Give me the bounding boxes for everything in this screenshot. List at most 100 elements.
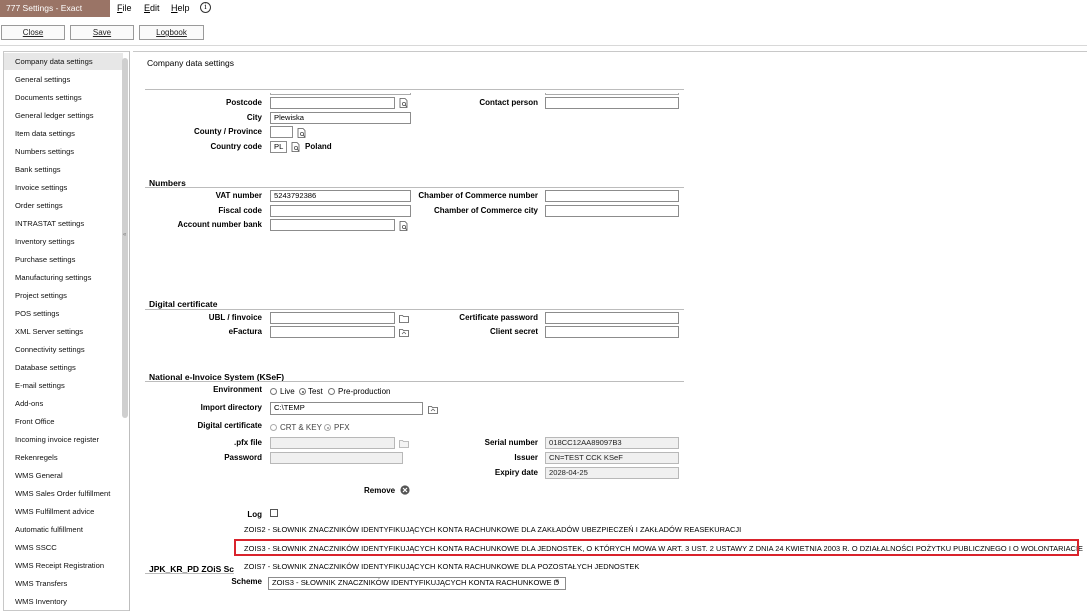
sidebar-item[interactable]: WMS SSCC — [15, 543, 57, 552]
client-secret-label: Client secret — [489, 327, 538, 336]
cert-pfx-radio[interactable] — [324, 424, 331, 431]
postcode-input[interactable] — [270, 97, 395, 109]
sidebar-item[interactable]: General ledger settings — [15, 111, 94, 120]
sidebar-item[interactable]: Bank settings — [15, 165, 61, 174]
folder-icon[interactable] — [399, 439, 409, 448]
issuer-field: CN=TEST CCK KSeF — [545, 452, 679, 464]
environment-label: Environment — [213, 385, 262, 394]
account-number-label: Account number bank — [177, 220, 262, 229]
env-live-radio[interactable] — [270, 388, 277, 395]
menu-edit[interactable]: Edit — [144, 3, 160, 13]
sidebar-item[interactable]: WMS General — [15, 471, 63, 480]
dropdown-option-zois7[interactable]: ZOIS7 - SŁOWNIK ZNACZNIKÓW IDENTYFIKUJĄC… — [244, 562, 639, 571]
sidebar-item[interactable]: Incoming invoice register — [15, 435, 99, 444]
log-checkbox[interactable] — [270, 509, 278, 517]
sidebar-item[interactable]: Company data settings — [4, 53, 123, 70]
import-directory-input[interactable]: C:\TEMP — [270, 402, 423, 415]
field-edge — [270, 93, 411, 95]
county-input[interactable] — [270, 126, 293, 138]
sidebar-item[interactable]: Numbers settings — [15, 147, 74, 156]
coc-city-input[interactable] — [545, 205, 679, 217]
section-divider — [145, 89, 684, 90]
window-title: 777 Settings - Exact — [0, 0, 110, 17]
sidebar-item[interactable]: Connectivity settings — [15, 345, 85, 354]
field-edge — [545, 93, 679, 95]
cert-crt-key-radio[interactable] — [270, 424, 277, 431]
collapse-arrow-icon[interactable]: « — [123, 232, 126, 238]
lookup-icon[interactable] — [399, 221, 408, 231]
ksef-digital-certificate-label: Digital certificate — [197, 421, 262, 430]
env-test-radio[interactable] — [299, 388, 306, 395]
ubl-label: UBL / finvoice — [208, 313, 262, 322]
folder-icon[interactable] — [428, 405, 438, 414]
sidebar-item[interactable]: General settings — [15, 75, 70, 84]
client-secret-input[interactable] — [545, 326, 679, 338]
certificate-password-input[interactable] — [545, 312, 679, 324]
vat-number-input[interactable]: 5243792386 — [270, 190, 411, 202]
sidebar-item[interactable]: WMS Fulfillment advice — [15, 507, 94, 516]
sidebar-item[interactable]: POS settings — [15, 309, 59, 318]
sidebar-item[interactable]: WMS Inventory — [15, 597, 67, 606]
contact-person-input[interactable] — [545, 97, 679, 109]
sidebar-item[interactable]: INTRASTAT settings — [15, 219, 84, 228]
sidebar-item[interactable]: Rekenregels — [15, 453, 58, 462]
lookup-icon[interactable] — [291, 142, 300, 152]
account-number-input[interactable] — [270, 219, 395, 231]
sidebar-splitter[interactable] — [129, 51, 130, 611]
sidebar-item[interactable]: Documents settings — [15, 93, 82, 102]
sidebar-item[interactable]: Item data settings — [15, 129, 75, 138]
country-code-input[interactable]: PL — [270, 141, 287, 153]
password-input[interactable] — [270, 452, 403, 464]
sidebar-scrollbar[interactable] — [122, 58, 128, 418]
section-divider — [145, 381, 684, 382]
sidebar-item[interactable]: E-mail settings — [15, 381, 65, 390]
efactura-input[interactable] — [270, 326, 395, 338]
sidebar-item[interactable]: Front Office — [15, 417, 55, 426]
sidebar-item[interactable]: Automatic fulfillment — [15, 525, 83, 534]
fiscal-code-input[interactable] — [270, 205, 411, 217]
close-button[interactable]: Close — [1, 25, 65, 40]
expiry-date-field: 2028-04-25 — [545, 467, 679, 479]
efactura-label: eFactura — [228, 327, 262, 336]
env-preproduction-label: Pre-production — [338, 387, 391, 396]
logbook-button[interactable]: Logbook — [139, 25, 204, 40]
expiry-date-label: Expiry date — [494, 468, 538, 477]
remove-label[interactable]: Remove — [364, 486, 395, 495]
lookup-icon[interactable] — [297, 128, 306, 138]
serial-number-label: Serial number — [484, 438, 538, 447]
county-label: County / Province — [193, 127, 262, 136]
chevron-down-icon[interactable]: ▼ — [554, 579, 560, 585]
ubl-input[interactable] — [270, 312, 395, 324]
sidebar-item[interactable]: Database settings — [15, 363, 76, 372]
sidebar-item[interactable]: WMS Receipt Registration — [15, 561, 104, 570]
sidebar-item[interactable]: Inventory settings — [15, 237, 75, 246]
contact-person-label: Contact person — [479, 98, 538, 107]
save-button[interactable]: Save — [70, 25, 134, 40]
lookup-icon[interactable] — [399, 98, 408, 108]
env-preproduction-radio[interactable] — [328, 388, 335, 395]
sidebar-item[interactable]: Order settings — [15, 201, 63, 210]
sidebar-item[interactable]: Manufacturing settings — [15, 273, 91, 282]
sidebar-item[interactable]: WMS Sales Order fulfillment — [15, 489, 110, 498]
remove-icon[interactable] — [400, 485, 410, 495]
sidebar-item[interactable]: Invoice settings — [15, 183, 67, 192]
country-name: Poland — [305, 142, 332, 151]
coc-city-label: Chamber of Commerce city — [433, 206, 538, 215]
sidebar-item[interactable]: XML Server settings — [15, 327, 83, 336]
coc-number-input[interactable] — [545, 190, 679, 202]
digital-certificate-section-title: Digital certificate — [149, 299, 218, 309]
sidebar-item[interactable]: Purchase settings — [15, 255, 75, 264]
coc-number-label: Chamber of Commerce number — [418, 191, 538, 200]
menu-file[interactable]: File — [117, 3, 132, 13]
menu-help[interactable]: Help — [171, 3, 190, 13]
dropdown-option-zois2[interactable]: ZOIS2 - SŁOWNIK ZNACZNIKÓW IDENTYFIKUJĄC… — [244, 525, 741, 534]
sidebar-item[interactable]: Add-ons — [15, 399, 43, 408]
pfx-file-input[interactable] — [270, 437, 395, 449]
info-icon[interactable]: i — [200, 2, 211, 13]
city-input[interactable]: Plewiska — [270, 112, 411, 124]
scheme-select[interactable]: ZOIS3 - SŁOWNIK ZNACZNIKÓW IDENTYFIKUJĄC… — [268, 577, 566, 590]
pfx-file-label: .pfx file — [233, 438, 262, 447]
serial-number-field: 018CC12AA89097B3 — [545, 437, 679, 449]
sidebar-item[interactable]: Project settings — [15, 291, 67, 300]
sidebar-item[interactable]: WMS Transfers — [15, 579, 67, 588]
